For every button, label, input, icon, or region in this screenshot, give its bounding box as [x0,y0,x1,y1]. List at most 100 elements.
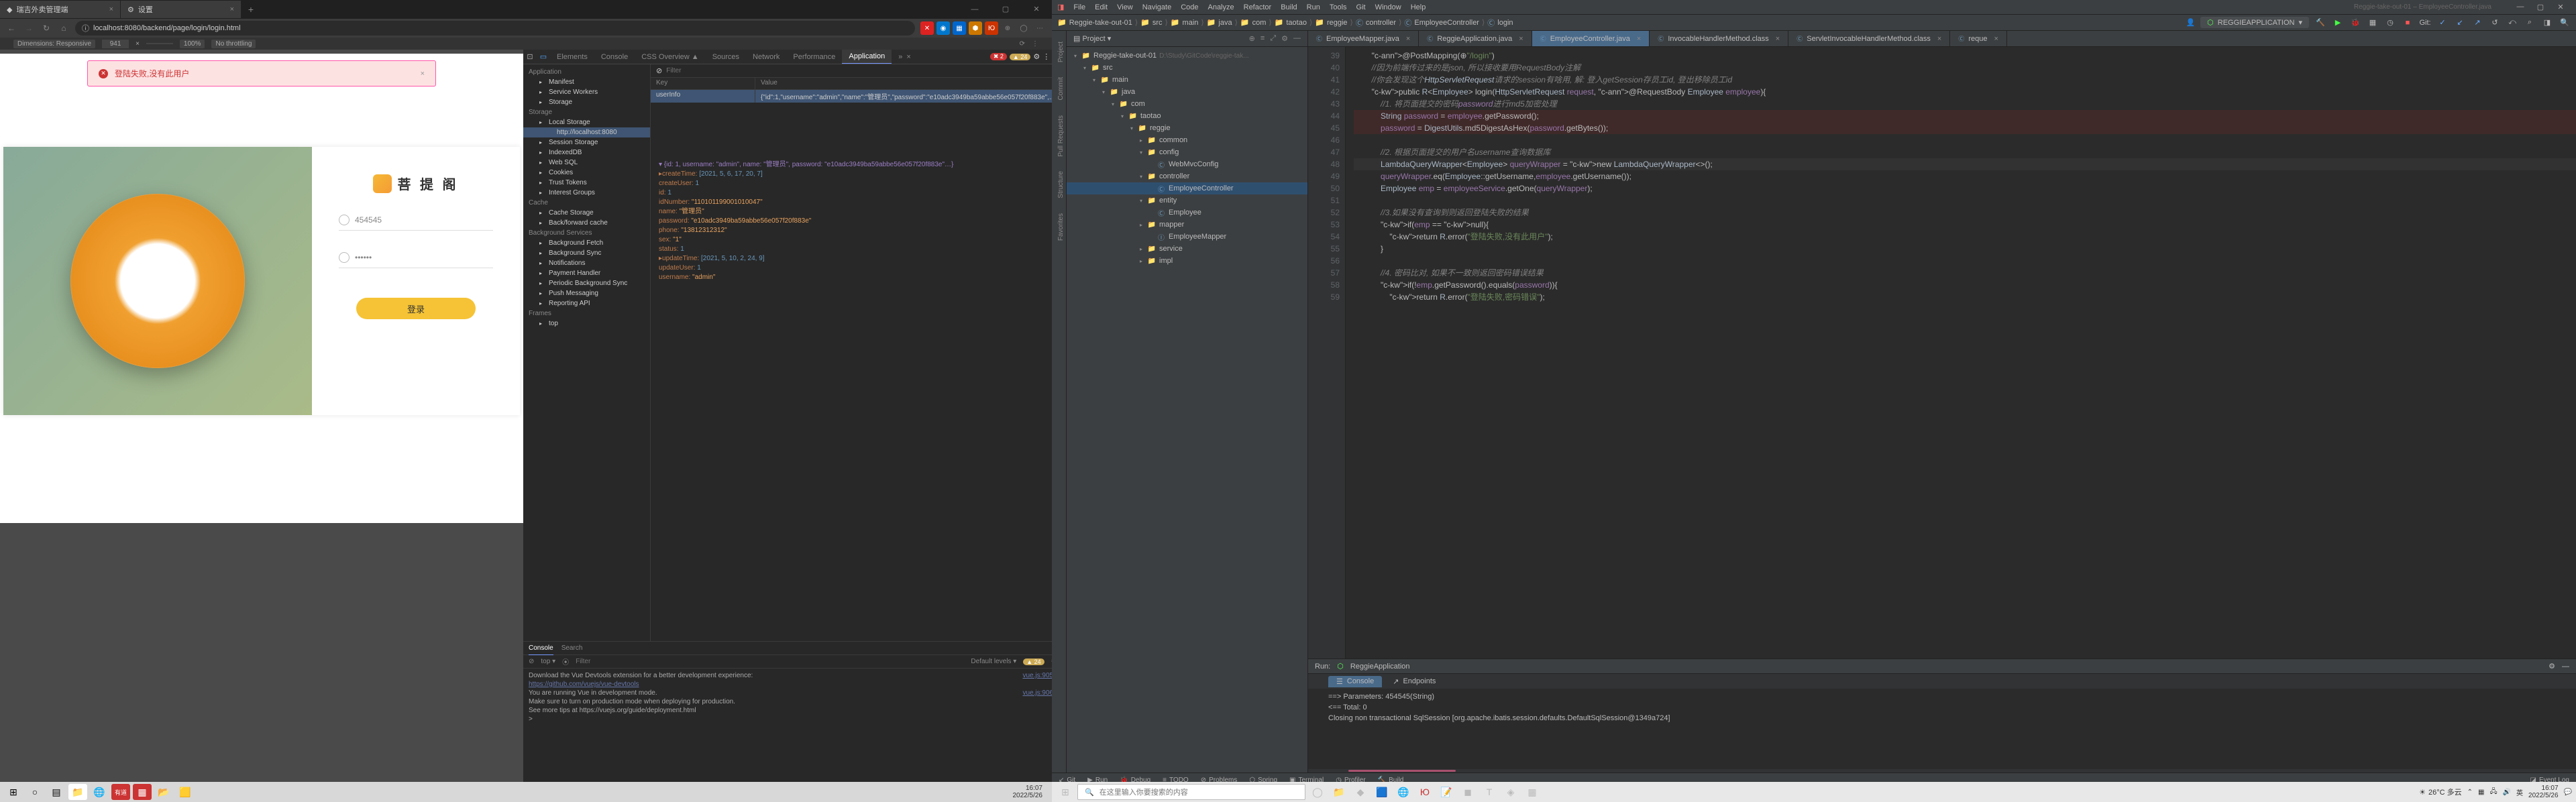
tool-favorites[interactable]: Favorites [1052,209,1066,245]
editor-tab[interactable]: ⒸInvocableHandlerMethod.class× [1650,31,1788,46]
hide-icon[interactable]: — [2562,663,2569,671]
editor-tab[interactable]: ⒸReggieApplication.java× [1419,31,1532,46]
app-tree-item[interactable]: ▸Web SQL [523,158,650,168]
breadcrumb-item[interactable]: Ⓒ login [1487,17,1513,28]
task-view-icon[interactable]: ○ [25,784,44,800]
gear-icon[interactable]: ⚙ [1033,52,1040,61]
editor-tab[interactable]: Ⓒreque× [1950,31,2007,46]
stop-icon[interactable]: ■ [2402,17,2414,29]
ij-close-icon[interactable]: ✕ [2551,3,2571,11]
login-button[interactable]: 登录 [356,298,476,319]
dt-tab-sources[interactable]: Sources [706,50,746,64]
live-expr-icon[interactable]: ⦿ [562,656,569,667]
collapse-icon[interactable]: ≡ [1260,34,1265,43]
git-revert-icon[interactable]: ⤺ [2506,17,2518,29]
dt-tab-perf[interactable]: Performance [786,50,842,64]
clear-console-icon[interactable]: ⊘ [529,658,534,665]
code-editor[interactable]: 3940414243444546474849505152535455565758… [1308,47,2576,658]
ij-min-icon[interactable]: — [2510,3,2530,11]
tray-net-icon[interactable]: 🖧 [2489,787,2497,798]
app-tree-item[interactable]: ▸Payment Handler [523,268,650,278]
tray-up-icon[interactable]: ⌃ [2467,789,2473,796]
weather-widget[interactable]: ☀ 26°C 多云 [2419,787,2462,797]
device-mode[interactable]: Dimensions: Responsive [13,40,95,48]
window-max-button[interactable]: ▢ [990,0,1021,19]
breadcrumb-item[interactable]: Ⓒ controller [1356,17,1396,28]
issues-badge[interactable]: ▲ 24 [1023,658,1044,665]
tree-node[interactable]: ▸📁common [1067,134,1307,146]
app-icon[interactable]: ◼ [1458,784,1477,800]
gear-icon[interactable]: ⚙ [2548,662,2555,671]
endpoints-subtab[interactable]: ↗ Endpoints [1385,676,1444,687]
app-tree-item[interactable]: ▸Session Storage [523,137,650,148]
device-height-input[interactable] [146,43,173,44]
tree-node[interactable]: ▾📁taotao [1067,110,1307,122]
tree-node[interactable]: ▾📁main [1067,74,1307,86]
url-input[interactable]: ⓘ localhost:8080/backend/page/login/logi… [75,21,915,36]
tree-node[interactable]: ▸📁mapper [1067,219,1307,231]
ext-icon[interactable]: ⬢ [969,21,982,35]
window-min-button[interactable]: — [959,0,990,19]
user-icon[interactable]: 👤 [2186,18,2195,27]
window-close-button[interactable]: ✕ [1021,0,1052,19]
menu-window[interactable]: Window [1375,3,1401,11]
taskbar-clock[interactable]: 16:07 2022/5/26 [2528,785,2559,799]
app-icon[interactable]: T [1480,784,1499,800]
taskbar-search[interactable]: 🔍 在这里输入你要搜索的内容 [1077,784,1305,800]
tray-ime-icon[interactable]: 英 [2516,787,2523,797]
app-tree-item[interactable]: ▸Cache Storage [523,208,650,218]
app-tree-item[interactable]: ▸Service Workers [523,87,650,97]
app-tree-item[interactable]: ▸IndexedDB [523,148,650,158]
menu-edit[interactable]: Edit [1095,3,1108,11]
ide-settings-icon[interactable]: ◨ [2541,17,2553,29]
app-tree-item[interactable]: http://localhost:8080 [523,127,650,137]
dt-tab-application[interactable]: Application [842,50,892,64]
breadcrumb-item[interactable]: 📁 java [1207,18,1232,27]
menu-help[interactable]: Help [1411,3,1426,11]
ij-max-icon[interactable]: ▢ [2530,3,2551,11]
run-scrollbar[interactable] [1308,769,2576,772]
app-icon[interactable]: 📝 [1437,784,1456,800]
breadcrumb-item[interactable]: 📁 com [1240,18,1266,27]
menu-build[interactable]: Build [1281,3,1297,11]
menu-file[interactable]: File [1073,3,1085,11]
app-icon[interactable]: ▦ [1523,784,1542,800]
editor-tab[interactable]: ⒸEmployeeController.java× [1532,31,1650,46]
editor-tab[interactable]: ⒸServletInvocableHandlerMethod.class× [1788,31,1950,46]
device-rotate-icon[interactable]: ⟳ [1020,40,1025,48]
profiler-icon[interactable]: ◷ [2384,17,2396,29]
tray-vol-icon[interactable]: 🔊 [2503,789,2511,796]
profile-icon[interactable]: ◯ [1017,21,1030,35]
ext-icon[interactable]: Ю [985,21,998,35]
app-tree-item[interactable]: ▸Back/forward cache [523,218,650,228]
hide-icon[interactable]: — [1293,34,1301,43]
app-tree-item[interactable]: ▸Interest Groups [523,188,650,198]
ext-icon[interactable]: ◉ [936,21,950,35]
app-tree-item[interactable]: ▸Storage [523,97,650,107]
tree-node[interactable]: ⒾEmployeeMapper [1067,231,1307,243]
error-badge[interactable]: ✖ 2 [990,53,1007,60]
git-update-icon[interactable]: ✓ [2436,17,2449,29]
edge-icon[interactable]: 🌐 [90,784,109,800]
tree-node[interactable]: ⒸEmployeeController [1067,182,1307,194]
menu-run[interactable]: Run [1307,3,1320,11]
start-button[interactable]: ⊞ [1056,784,1075,800]
browser-tab-1[interactable]: ⚙ 设置 × [121,1,241,18]
app-icon[interactable]: Ю [1415,784,1434,800]
close-tab-icon[interactable]: × [109,5,113,13]
app-tree-item[interactable]: ▸Background Fetch [523,238,650,248]
app-tree-item[interactable]: ▸Reporting API [523,298,650,308]
tool-commit[interactable]: Commit [1052,73,1066,104]
app-tree-item[interactable]: ▸top [523,319,650,329]
app-tree-item[interactable]: ▸Periodic Background Sync [523,278,650,288]
tree-node[interactable]: ▾📁java [1067,86,1307,98]
run-icon[interactable]: ▶ [2332,17,2344,29]
more-icon[interactable]: 🔍 [2559,17,2571,29]
coverage-icon[interactable]: ▦ [2367,17,2379,29]
tree-node[interactable]: ▸📁service [1067,243,1307,255]
tree-node[interactable]: ▾📁entity [1067,194,1307,207]
app-tree-item[interactable]: ▸Background Sync [523,248,650,258]
app-tree-item[interactable]: ▸Local Storage [523,117,650,127]
tool-project[interactable]: Project [1052,38,1066,66]
search-tab[interactable]: Search [561,644,583,652]
